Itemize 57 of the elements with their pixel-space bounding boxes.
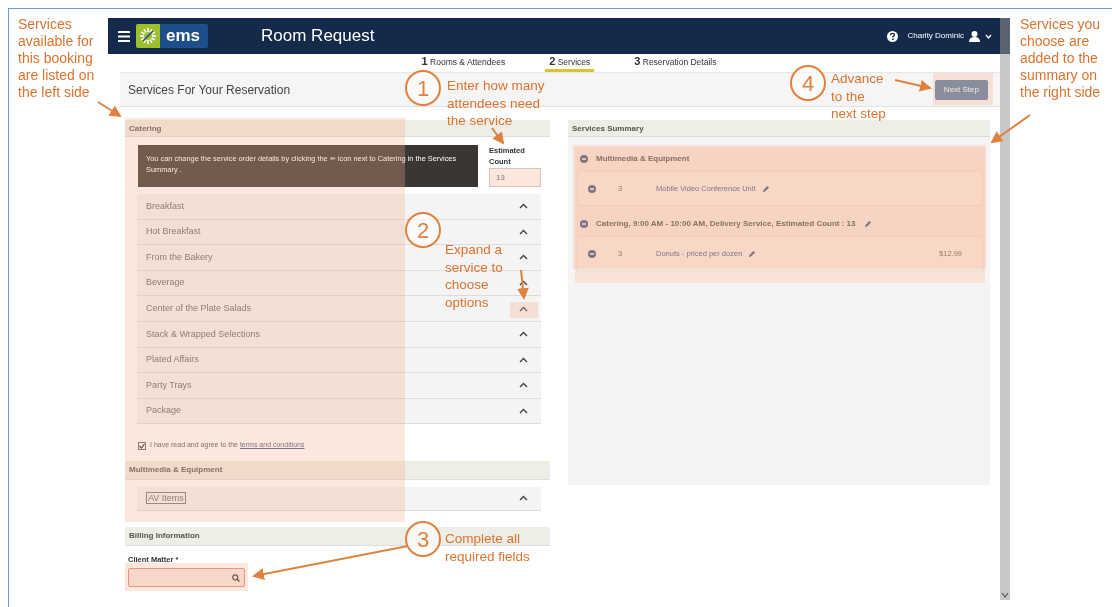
- step-number: 3: [405, 521, 441, 557]
- accordion-item[interactable]: Package: [146, 404, 436, 418]
- minus-circle-icon[interactable]: [580, 220, 588, 228]
- minus-circle-icon[interactable]: [588, 249, 596, 258]
- checkbox[interactable]: [138, 441, 146, 450]
- search-icon: [232, 573, 240, 582]
- accordion-item[interactable]: AV Items: [146, 491, 436, 506]
- next-step-button[interactable]: Next Step: [934, 79, 988, 100]
- annotation-arrow: [97, 101, 122, 118]
- highlight-overlay: [933, 73, 993, 105]
- check-icon: [139, 442, 145, 449]
- annotation-arrow: [516, 269, 529, 300]
- accordion-item[interactable]: From the Bakery: [146, 250, 436, 265]
- step-number: 1: [405, 70, 441, 106]
- pencil-icon: [748, 249, 757, 258]
- client-matter-field[interactable]: [128, 568, 245, 588]
- scrollbar-thumb[interactable]: [1000, 18, 1010, 54]
- accordion-item[interactable]: Plated Affairs: [146, 353, 436, 367]
- annotation-text: Services you choose are added to the summary on the right side: [1020, 16, 1102, 101]
- accordion-item[interactable]: Beverage: [146, 276, 436, 290]
- step-number: 2: [405, 212, 441, 248]
- group-title: Multimedia & Equipment: [596, 153, 690, 165]
- caret-down-icon[interactable]: [985, 33, 992, 39]
- accordion-item[interactable]: Party Trays: [146, 378, 436, 393]
- annotation-text: Services available for this booking are listed on the left side: [18, 16, 96, 101]
- annotation-arrow: [990, 114, 1031, 144]
- user-icon[interactable]: [969, 30, 980, 42]
- minus-circle-icon[interactable]: [580, 155, 588, 163]
- step-tab[interactable]: 1 Rooms & Attendees: [417, 54, 510, 72]
- annotation-arrow: [491, 127, 505, 145]
- annotation-text: Advance to the next step: [831, 70, 887, 123]
- annotation-text: Complete all required fields: [445, 530, 531, 565]
- annotation-text: Expand a service to choose options: [445, 241, 504, 311]
- accordion-item[interactable]: Stack & Wrapped Selections: [146, 327, 436, 341]
- annotation-arrow: [894, 79, 932, 92]
- scroll-down-icon[interactable]: [1000, 590, 1010, 600]
- section-header: Multimedia & Equipment: [125, 460, 550, 480]
- section-header: Services Summary: [568, 120, 990, 137]
- minus-circle-icon[interactable]: [588, 184, 596, 193]
- pencil-icon: [863, 220, 872, 228]
- count-field[interactable]: 13: [489, 168, 541, 187]
- annotation-text: Enter how many attendees need the service: [447, 77, 546, 130]
- user-name[interactable]: Charity Dominic: [907, 30, 964, 42]
- highlight-overlay: [489, 168, 541, 187]
- pencil-icon: [761, 184, 770, 193]
- accordion-item[interactable]: Breakfast: [146, 199, 436, 214]
- sunburst-icon: [138, 26, 158, 46]
- section-title: Services For Your Reservation: [128, 81, 291, 99]
- help-icon[interactable]: [886, 30, 898, 42]
- step-number: 4: [790, 65, 826, 101]
- accordion-item[interactable]: Center of the Plate Salads: [146, 301, 436, 316]
- app-logo[interactable]: ems: [136, 24, 209, 48]
- group-title: Catering, 9:00 AM - 10:00 AM, Delivery Service, Estimated Count : 13: [596, 218, 856, 230]
- highlight-overlay: [510, 302, 538, 318]
- page-title: Room Request: [261, 25, 375, 48]
- step-tab[interactable]: 3 Reservation Details: [630, 54, 721, 72]
- menu-icon[interactable]: [118, 30, 130, 42]
